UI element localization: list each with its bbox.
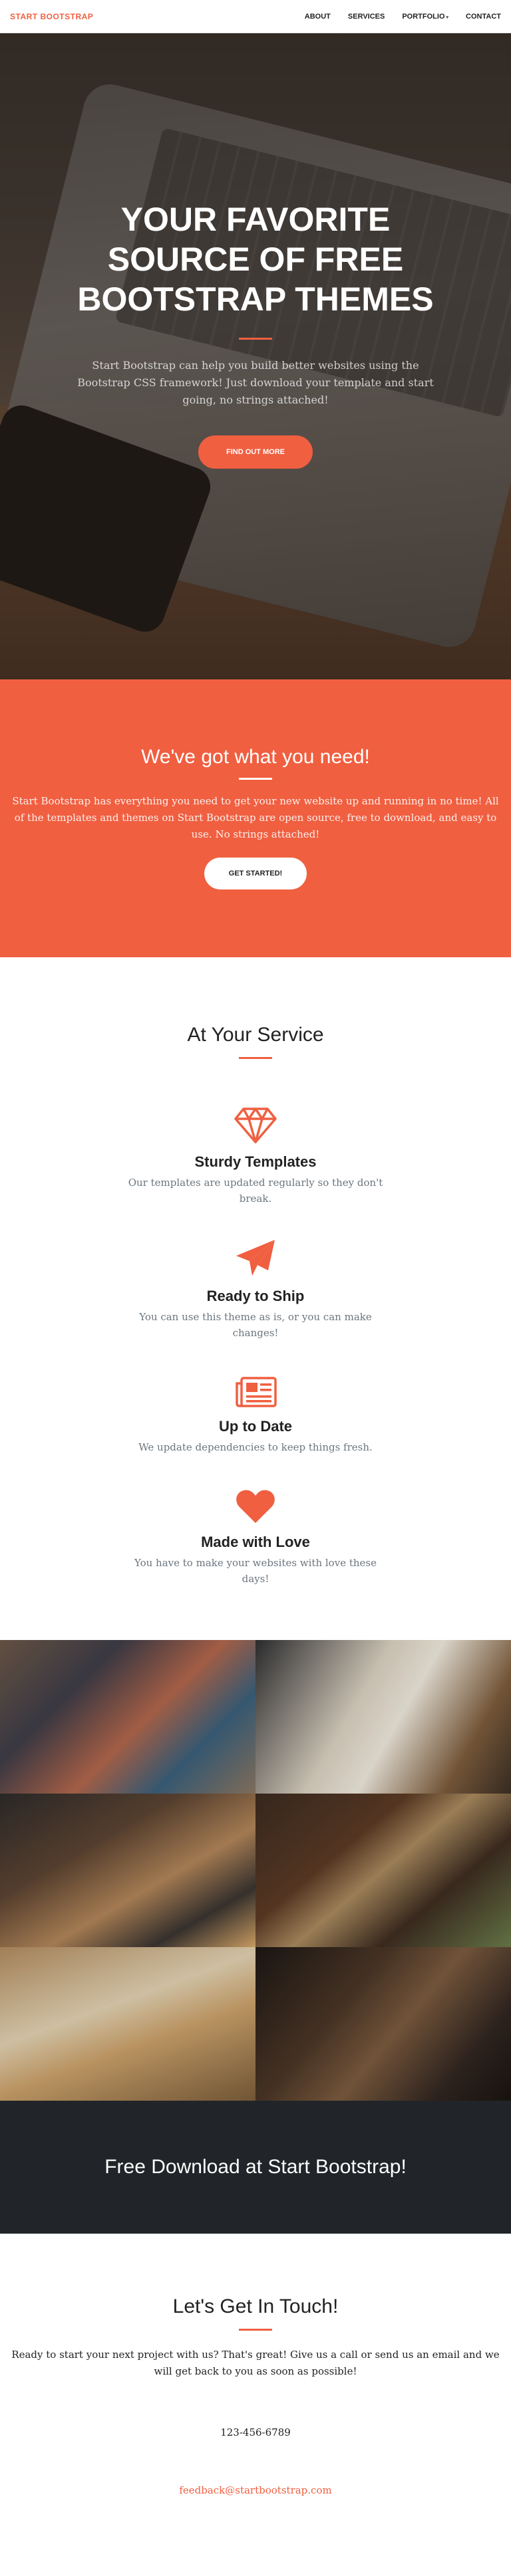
newspaper-icon xyxy=(234,1375,277,1409)
service-title: Ready to Ship xyxy=(206,1288,305,1304)
services-title: At Your Service xyxy=(187,1024,324,1046)
about-divider xyxy=(239,778,272,780)
find-out-more-button[interactable]: FIND OUT MORE xyxy=(198,435,313,469)
about-text: Start Bootstrap has everything you need … xyxy=(12,795,499,840)
about-section: We've got what you need! Start Bootstrap… xyxy=(0,679,511,957)
contact-text: Ready to start your next project with us… xyxy=(11,2349,500,2377)
nav-item-services[interactable]: SERVICES xyxy=(348,13,385,21)
nav-item-portfolio[interactable]: PORTFOLIO ▾ xyxy=(402,13,448,21)
service-text: We update dependencies to keep things fr… xyxy=(138,1441,373,1453)
nav-item-label: SERVICES xyxy=(347,12,385,21)
contact-email-link[interactable]: feedback@startbootstrap.com xyxy=(179,2484,331,2496)
service-item: Ready to Ship You can use this theme as … xyxy=(122,1238,389,1341)
service-title: Made with Love xyxy=(201,1534,310,1550)
contact-divider xyxy=(239,2329,272,2331)
portfolio-section xyxy=(0,1640,511,2101)
service-item: Made with Love You have to make your web… xyxy=(122,1488,389,1587)
navbar: START BOOTSTRAP ABOUT SERVICES PORTFOLIO… xyxy=(0,0,511,33)
portfolio-image-4[interactable] xyxy=(256,1794,511,1947)
portfolio-image-5[interactable] xyxy=(0,1947,256,2101)
service-text: You can use this theme as is, or you can… xyxy=(139,1311,372,1339)
heart-icon xyxy=(236,1488,275,1524)
contact-phone: 123-456-6789 xyxy=(220,2426,291,2438)
hero-content: YOUR FAVORITE SOURCE OF FREE BOOTSTRAP T… xyxy=(0,33,511,679)
portfolio-image-1[interactable] xyxy=(0,1640,256,1794)
service-text: You have to make your websites with love… xyxy=(134,1557,377,1585)
hero-divider xyxy=(239,338,272,340)
service-item: Sturdy Templates Our templates are updat… xyxy=(122,1107,389,1207)
portfolio-image-2[interactable] xyxy=(256,1640,511,1794)
download-section: Free Download at Start Bootstrap! xyxy=(0,2101,511,2234)
services-section: At Your Service Sturdy Templates Our tem… xyxy=(0,957,511,1640)
nav-item-label: PORTFOLIO xyxy=(402,12,445,21)
service-title: Sturdy Templates xyxy=(194,1153,317,1170)
hero-title: YOUR FAVORITE SOURCE OF FREE BOOTSTRAP T… xyxy=(77,201,434,318)
contact-section: Let's Get In Touch! Ready to start your … xyxy=(0,2234,511,2576)
nav-menu: ABOUT SERVICES PORTFOLIO ▾ CONTACT xyxy=(305,13,501,21)
portfolio-image-3[interactable] xyxy=(0,1794,256,1947)
hero-text: Start Bootstrap can help you build bette… xyxy=(77,359,434,406)
service-text: Our templates are updated regularly so t… xyxy=(128,1177,383,1205)
portfolio-image-6[interactable] xyxy=(256,1947,511,2101)
caret-down-icon: ▾ xyxy=(446,15,449,20)
hero-section: YOUR FAVORITE SOURCE OF FREE BOOTSTRAP T… xyxy=(0,33,511,679)
brand-link[interactable]: START BOOTSTRAP xyxy=(10,12,93,21)
nav-item-label: ABOUT xyxy=(304,12,331,21)
service-title: Up to Date xyxy=(219,1418,292,1435)
get-started-button[interactable]: GET STARTED! xyxy=(204,858,307,889)
services-divider xyxy=(239,1057,272,1059)
download-title: Free Download at Start Bootstrap! xyxy=(104,2156,407,2178)
nav-item-about[interactable]: ABOUT xyxy=(305,13,331,21)
nav-item-label: CONTACT xyxy=(466,12,501,21)
diamond-icon xyxy=(234,1107,277,1144)
nav-item-contact[interactable]: CONTACT xyxy=(466,13,501,21)
paper-plane-icon xyxy=(235,1238,276,1278)
contact-title: Let's Get In Touch! xyxy=(172,2295,339,2317)
service-item: Up to Date We update dependencies to kee… xyxy=(122,1375,389,1455)
about-title: We've got what you need! xyxy=(141,746,370,768)
